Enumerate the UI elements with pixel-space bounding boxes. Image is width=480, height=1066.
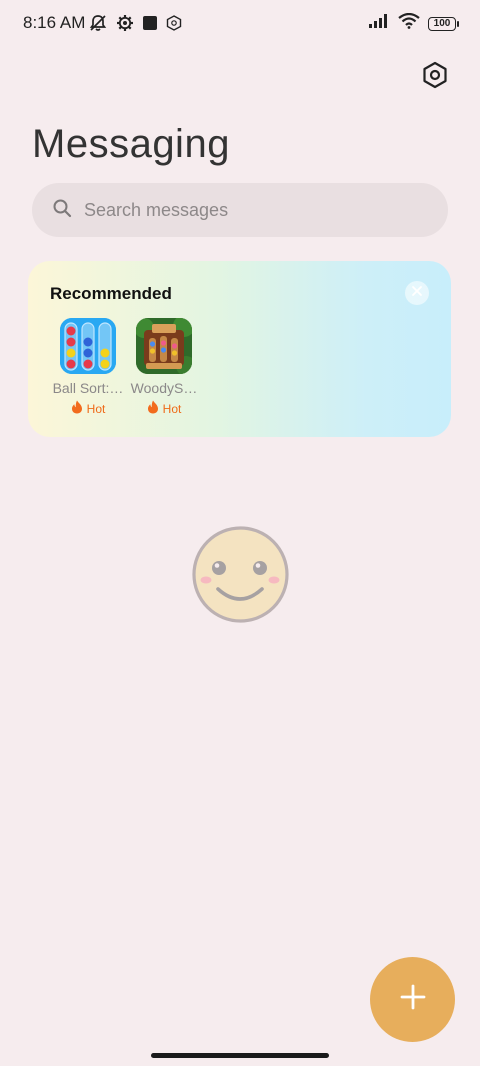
signal-icon: [368, 13, 390, 34]
search-icon: [52, 198, 72, 223]
battery-icon: 100: [428, 16, 459, 31]
ball-sort-app-icon: [60, 318, 116, 374]
status-bar: 8:16 AM 100: [0, 0, 480, 48]
recommended-card: Recommended Ball Sort:… Hot WoodyS… Hot: [28, 261, 451, 437]
page-title: Messaging: [32, 122, 230, 166]
status-icons-right: 100: [368, 12, 459, 34]
search-input[interactable]: [82, 198, 386, 222]
gesture-navigation-handle[interactable]: [151, 1053, 329, 1058]
wifi-icon: [398, 12, 420, 34]
app-name: Ball Sort:…: [52, 380, 124, 396]
recommended-title: Recommended: [50, 284, 172, 303]
app-badge-label: Hot: [162, 401, 182, 416]
flame-icon: [71, 400, 83, 417]
hot-badge: Hot: [48, 400, 128, 417]
recommended-app-ball-sort[interactable]: Ball Sort:… Hot: [48, 318, 128, 417]
hexagon-settings-icon: [421, 61, 449, 94]
smiley-face-icon: [192, 525, 289, 629]
square-notification-icon: [142, 15, 158, 36]
status-icons-left: [88, 13, 182, 38]
recommended-close-button[interactable]: [405, 281, 429, 305]
flame-icon: [147, 400, 159, 417]
app-badge-label: Hot: [86, 401, 106, 416]
search-bar[interactable]: [32, 183, 448, 237]
settings-gear-icon: [116, 14, 134, 37]
settings-button[interactable]: [418, 60, 452, 94]
new-message-button[interactable]: [370, 957, 455, 1042]
app-name: WoodyS…: [130, 380, 198, 396]
recommended-app-woody-sort[interactable]: WoodyS… Hot: [124, 318, 204, 417]
plus-icon: [400, 984, 426, 1015]
hexagon-notification-icon: [166, 15, 182, 36]
close-icon: [411, 284, 423, 302]
woody-sort-app-icon: [136, 318, 192, 374]
hot-badge: Hot: [124, 400, 204, 417]
status-time: 8:16 AM: [23, 13, 86, 32]
muted-bell-icon: [88, 13, 108, 38]
